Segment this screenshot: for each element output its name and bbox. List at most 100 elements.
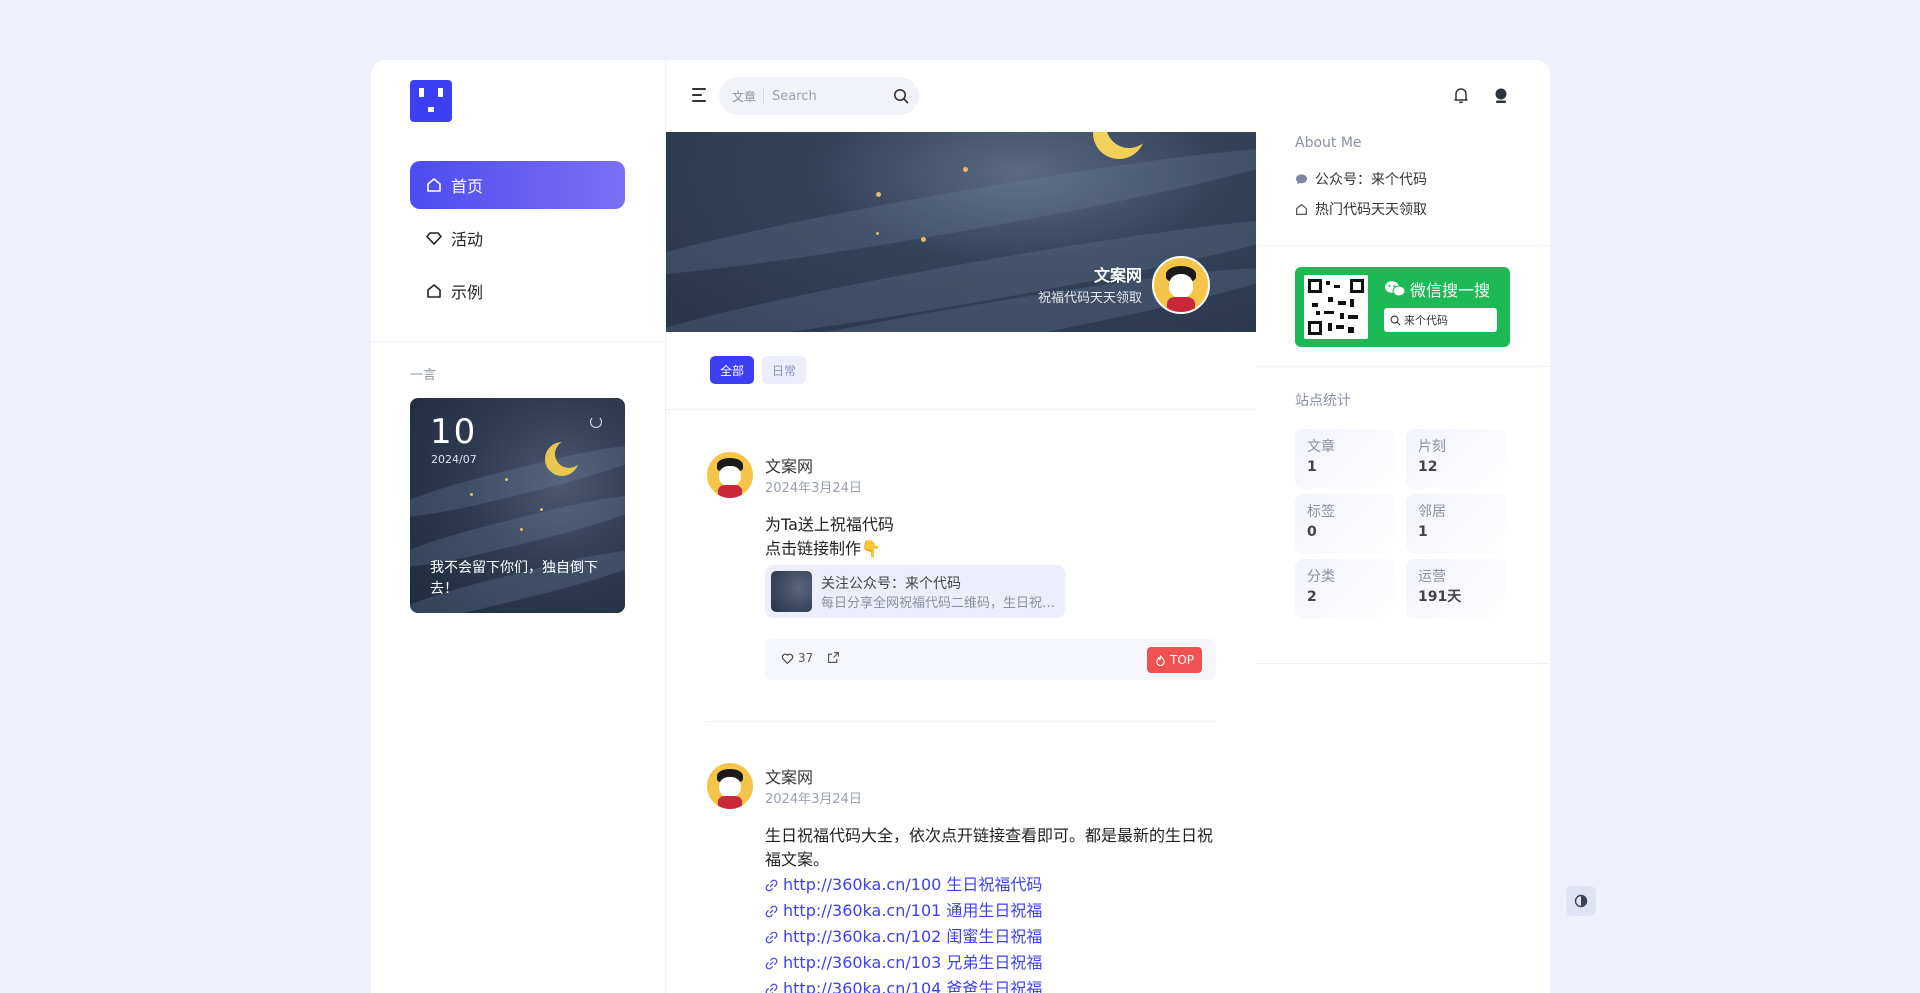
post-link[interactable]: http://360ka.cn/101 通用生日祝福 xyxy=(765,898,1216,924)
nav-item-label: 活动 xyxy=(451,230,484,249)
divider xyxy=(1256,366,1550,367)
bell-icon[interactable] xyxy=(1452,86,1470,104)
right-sidebar: About Me 公众号：来个代码 热门代码天天领取 微信搜一搜 来个代码 站点… xyxy=(1256,60,1550,993)
post-content: 为Ta送上祝福代码 点击链接制作👇 xyxy=(765,513,1216,561)
post-line: 为Ta送上祝福代码 xyxy=(765,515,894,534)
stats-title: 站点统计 xyxy=(1295,393,1351,409)
share-icon[interactable] xyxy=(827,651,840,664)
post-action-bar: 37 TOP xyxy=(765,639,1216,680)
post-link[interactable]: http://360ka.cn/103 兄弟生日祝福 xyxy=(765,950,1216,976)
post-link[interactable]: http://360ka.cn/100 生日祝福代码 xyxy=(765,872,1216,898)
wechat-search-label: 微信搜一搜 xyxy=(1410,281,1491,300)
link-icon xyxy=(765,957,778,969)
avatar[interactable] xyxy=(706,451,754,499)
theme-toggle-icon xyxy=(1574,894,1588,908)
search-input[interactable] xyxy=(764,87,893,105)
like-count: 37 xyxy=(798,651,814,665)
avatar[interactable] xyxy=(1152,256,1210,314)
yiyan-month: 2024/07 xyxy=(431,453,477,466)
post-date: 2024年3月24日 xyxy=(765,792,862,807)
stat-moments[interactable]: 片刻 12 xyxy=(1406,429,1506,489)
link-card[interactable]: 关注公众号：来个代码 每日分享全网祝福代码二维码，生日祝福、节日祝福 xyxy=(765,565,1065,618)
stat-label: 文章 xyxy=(1307,439,1335,455)
nav-item-examples[interactable]: 示例 xyxy=(410,267,625,315)
post-link-text: http://360ka.cn/104 爸爸生日祝福 xyxy=(783,979,1043,993)
moon-illustration xyxy=(555,440,583,468)
stat-categories[interactable]: 分类 2 xyxy=(1295,559,1395,619)
link-card-title: 关注公众号：来个代码 xyxy=(821,576,961,592)
post-card: 文案网 2024年3月24日 为Ta送上祝福代码 点击链接制作👇 关注公众号：来… xyxy=(706,451,1216,691)
tab-daily[interactable]: 日常 xyxy=(762,356,807,384)
post-link-text: http://360ka.cn/100 生日祝福代码 xyxy=(783,875,1043,894)
post-link-text: http://360ka.cn/103 兄弟生日祝福 xyxy=(783,953,1043,972)
about-item: 公众号：来个代码 xyxy=(1295,169,1427,189)
stat-value: 1 xyxy=(1418,524,1428,540)
about-item-text: 公众号：来个代码 xyxy=(1315,172,1427,188)
fire-icon xyxy=(1156,654,1165,666)
post-author[interactable]: 文案网 xyxy=(765,453,813,477)
search-bar: 文章 xyxy=(719,77,919,115)
wechat-search-banner[interactable]: 微信搜一搜 来个代码 xyxy=(1295,267,1510,347)
yiyan-day: 10 xyxy=(430,412,478,452)
tab-all[interactable]: 全部 xyxy=(710,356,755,384)
wechat-search-title: 微信搜一搜 xyxy=(1384,277,1490,301)
yiyan-text: 我不会留下你们，独自倒下去！ xyxy=(430,560,598,597)
wechat-icon xyxy=(1385,281,1406,297)
qr-code xyxy=(1304,275,1368,339)
refresh-icon[interactable] xyxy=(590,416,602,428)
nav-item-activity[interactable]: 活动 xyxy=(410,214,625,262)
stat-value: 2 xyxy=(1307,589,1317,605)
stat-articles[interactable]: 文章 1 xyxy=(1295,429,1395,489)
about-item: 热门代码天天领取 xyxy=(1295,199,1427,219)
stat-label: 标签 xyxy=(1307,504,1335,520)
nav-item-home[interactable]: 首页 xyxy=(410,161,625,209)
link-icon xyxy=(765,983,778,993)
category-tabs: 全部 日常 xyxy=(710,356,807,384)
wechat-search-box[interactable]: 来个代码 xyxy=(1384,308,1497,332)
home-icon xyxy=(1296,203,1307,215)
post-card: 文案网 2024年3月24日 生日祝福代码大全，依次点开链接查看即可。都是最新的… xyxy=(706,762,1216,993)
stat-value: 191天 xyxy=(1418,589,1462,605)
about-title: About Me xyxy=(1295,135,1362,151)
search-icon[interactable] xyxy=(893,88,909,104)
divider xyxy=(666,409,1256,410)
hero-banner: 文案网 祝福代码天天领取 xyxy=(666,132,1256,332)
top-badge: TOP xyxy=(1146,647,1202,673)
moon-illustration xyxy=(1106,132,1152,148)
wechat-search-value: 来个代码 xyxy=(1404,314,1448,327)
yiyan-card: 10 2024/07 我不会留下你们，独自倒下去！ xyxy=(410,398,625,613)
stat-label: 运营 xyxy=(1418,569,1446,585)
pixel-face-logo-icon[interactable] xyxy=(410,80,452,122)
like-button[interactable]: 37 xyxy=(781,651,813,665)
home-icon xyxy=(427,178,441,192)
post-text: 生日祝福代码大全，依次点开链接查看即可。都是最新的生日祝福文案。 xyxy=(765,826,1214,869)
left-sidebar: 首页 活动 示例 一言 10 2024/07 我不会留下你们，独自倒下去！ xyxy=(371,60,664,993)
theme-toggle-button[interactable] xyxy=(1566,886,1596,916)
stat-label: 邻居 xyxy=(1418,504,1446,520)
divider xyxy=(706,721,1216,722)
post-author[interactable]: 文案网 xyxy=(765,764,813,788)
stat-tags[interactable]: 标签 0 xyxy=(1295,494,1395,554)
stat-value: 12 xyxy=(1418,459,1438,475)
diamond-icon xyxy=(426,232,442,245)
avatar[interactable] xyxy=(706,762,754,810)
yiyan-title: 一言 xyxy=(410,368,437,383)
banner-subtitle: 祝福代码天天领取 xyxy=(1037,291,1142,306)
post-link[interactable]: http://360ka.cn/104 爸爸生日祝福 xyxy=(765,976,1216,993)
top-badge-label: TOP xyxy=(1169,653,1194,667)
stat-label: 片刻 xyxy=(1418,439,1446,455)
nav-item-label: 首页 xyxy=(451,177,484,196)
search-type-select[interactable]: 文章 xyxy=(732,87,765,105)
link-icon xyxy=(765,905,778,917)
user-icon[interactable] xyxy=(1493,87,1509,104)
menu-icon[interactable] xyxy=(692,88,708,102)
post-content: 生日祝福代码大全，依次点开链接查看即可。都是最新的生日祝福文案。 http://… xyxy=(765,824,1216,993)
stat-neighbors[interactable]: 邻居 1 xyxy=(1406,494,1506,554)
about-item-text: 热门代码天天领取 xyxy=(1315,202,1427,218)
stat-uptime[interactable]: 运营 191天 xyxy=(1406,559,1506,619)
link-card-thumbnail xyxy=(771,571,812,612)
post-link[interactable]: http://360ka.cn/102 闺蜜生日祝福 xyxy=(765,924,1216,950)
nav-item-label: 示例 xyxy=(451,283,484,302)
chat-bubble-icon xyxy=(1295,173,1308,184)
app-shell: 首页 活动 示例 一言 10 2024/07 我不会留下你们，独自倒下去！ 文章… xyxy=(371,60,1550,993)
